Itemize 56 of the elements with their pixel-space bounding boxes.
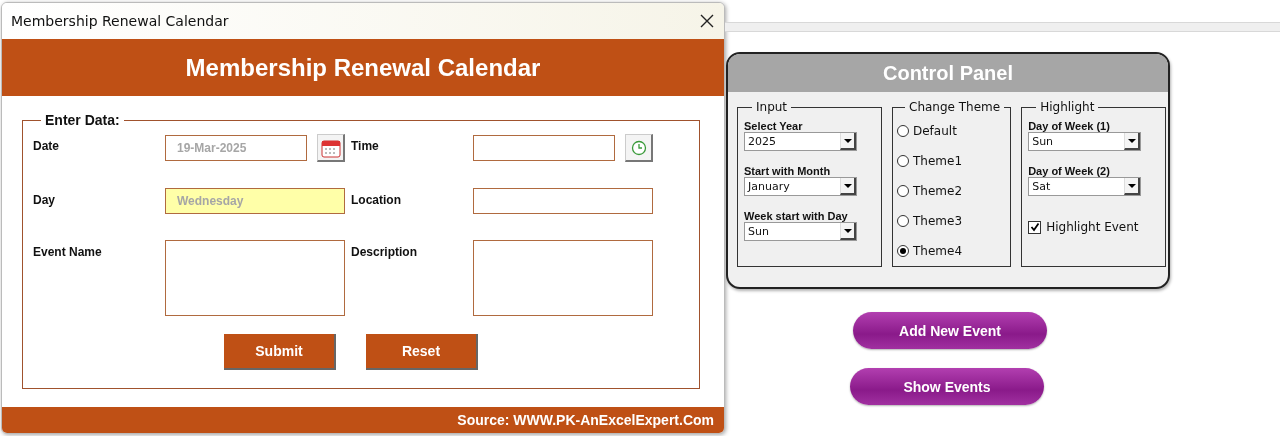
text-field[interactable] bbox=[473, 188, 653, 214]
field-label: Location bbox=[351, 193, 401, 207]
radio-button[interactable] bbox=[897, 185, 909, 197]
group-title: Change Theme bbox=[908, 100, 1002, 114]
field-label: Description bbox=[351, 245, 417, 259]
radio-label[interactable]: Theme2 bbox=[913, 184, 963, 198]
radio-button[interactable] bbox=[897, 155, 909, 167]
field-label: Day bbox=[33, 193, 55, 207]
header-banner: Membership Renewal Calendar bbox=[2, 39, 724, 96]
checkbox[interactable] bbox=[1028, 220, 1042, 234]
dropdown[interactable]: 2025 bbox=[744, 132, 857, 151]
form-button[interactable]: Reset bbox=[366, 334, 478, 370]
dropdown-arrow-icon bbox=[1127, 183, 1136, 188]
dropdown-label: Day of Week (1) bbox=[1028, 120, 1111, 132]
dropdown-label: Day of Week (2) bbox=[1028, 165, 1111, 177]
date-field[interactable]: 19-Mar-2025 bbox=[165, 135, 307, 161]
clock-button[interactable] bbox=[625, 134, 653, 162]
dropdown[interactable]: Sat bbox=[1028, 177, 1142, 196]
text-area[interactable] bbox=[473, 240, 653, 316]
dropdown-label: Select Year bbox=[744, 120, 804, 132]
dropdown[interactable]: Sun bbox=[1028, 132, 1142, 151]
dropdown-label: Start with Month bbox=[744, 165, 832, 177]
dropdown-arrow-icon bbox=[843, 183, 852, 188]
calendar-button[interactable] bbox=[317, 134, 345, 162]
window-title: Membership Renewal Calendar bbox=[11, 13, 229, 29]
action-button[interactable]: Add New Event bbox=[853, 312, 1047, 349]
dropdown-label: Week start with Day bbox=[744, 210, 849, 222]
radio-label[interactable]: Theme1 bbox=[913, 154, 963, 168]
group-title: Highlight bbox=[1039, 100, 1096, 114]
dropdown-arrow-icon bbox=[843, 138, 852, 143]
dropdown-arrow-icon bbox=[1127, 138, 1136, 143]
day-field[interactable]: Wednesday bbox=[165, 188, 345, 214]
clock-icon bbox=[630, 139, 647, 156]
dropdown[interactable]: Sun bbox=[744, 222, 857, 241]
field-label: Date bbox=[33, 139, 59, 153]
action-button[interactable]: Show Events bbox=[850, 368, 1044, 405]
radio-label[interactable]: Theme3 bbox=[913, 214, 963, 228]
radio-label[interactable]: Default bbox=[913, 124, 957, 138]
radio-label[interactable]: Theme4 bbox=[913, 244, 963, 258]
dropdown-arrow-icon bbox=[843, 228, 852, 233]
footer-bar: Source: WWW.PK-AnExcelExpert.Com bbox=[2, 407, 724, 433]
radio-button[interactable] bbox=[897, 245, 909, 257]
panel-title: Control Panel bbox=[728, 54, 1168, 92]
radio-button[interactable] bbox=[897, 125, 909, 137]
field-label: Time bbox=[351, 139, 379, 153]
time-field[interactable] bbox=[473, 135, 615, 161]
group-title: Input bbox=[755, 100, 789, 114]
radio-button[interactable] bbox=[897, 215, 909, 227]
calendar-icon bbox=[320, 137, 341, 158]
text-area[interactable] bbox=[165, 240, 345, 316]
checkbox-label[interactable]: Highlight Event bbox=[1046, 220, 1139, 234]
section-title: Enter Data: bbox=[44, 112, 121, 128]
field-label: Event Name bbox=[33, 245, 102, 259]
dropdown[interactable]: January bbox=[744, 177, 857, 196]
close-icon[interactable] bbox=[700, 14, 714, 28]
form-button[interactable]: Submit bbox=[224, 334, 336, 370]
